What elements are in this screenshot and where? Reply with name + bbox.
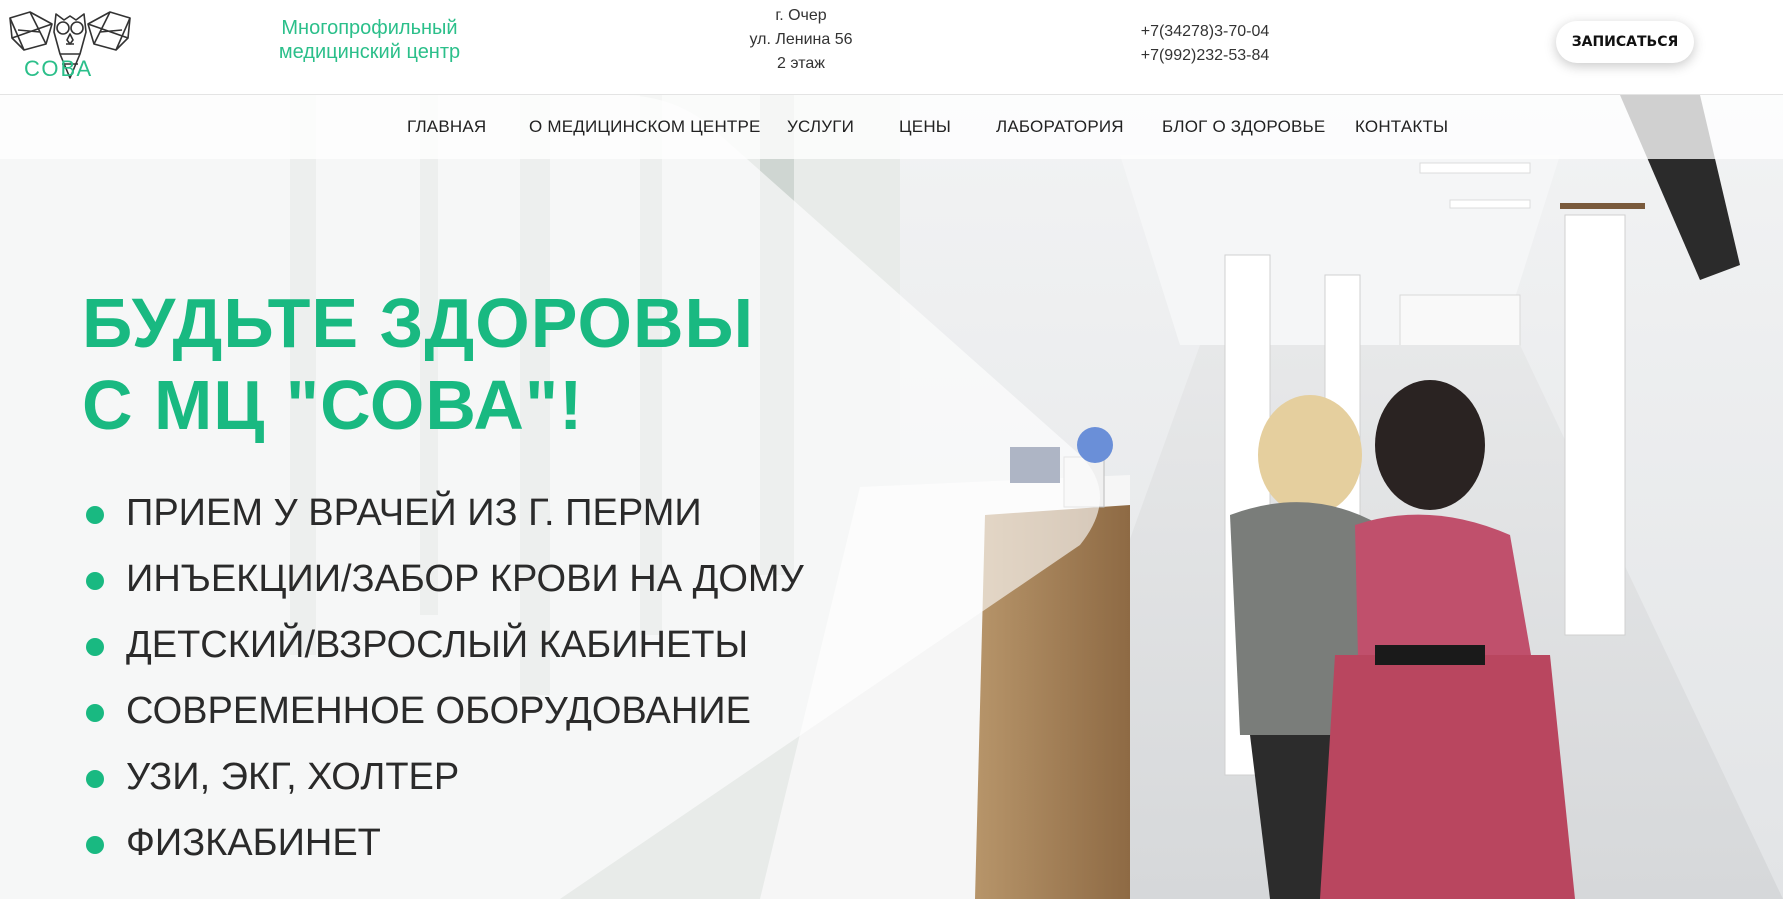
main-nav: ГЛАВНАЯ О МЕДИЦИНСКОМ ЦЕНТРЕ УСЛУГИ ЦЕНЫ… [0, 95, 1783, 159]
list-item-label: УЗИ, ЭКГ, ХОЛТЕР [126, 755, 460, 798]
hero-headline: БУДЬТЕ ЗДОРОВЫ С МЦ "СОВА"! [82, 282, 754, 446]
nav-item-blog[interactable]: БЛОГ О ЗДОРОВЬЕ [1162, 95, 1325, 159]
list-item-label: ДЕТСКИЙ/ВЗРОСЛЫЙ КАБИНЕТЫ [126, 623, 749, 666]
list-item: СОВРЕМЕННОЕ ОБОРУДОВАНИЕ [86, 678, 804, 744]
svg-text:СОВА: СОВА [24, 56, 93, 81]
hero-feature-list: ПРИЕМ У ВРАЧЕЙ ИЗ Г. ПЕРМИ ИНЪЕКЦИИ/ЗАБО… [86, 480, 804, 876]
list-item-label: ФИЗКАБИНЕТ [126, 821, 381, 864]
brand-tagline: Многопрофильный медицинский центр [278, 17, 461, 63]
bullet-dot-icon [86, 572, 104, 590]
list-item: УЗИ, ЭКГ, ХОЛТЕР [86, 744, 804, 810]
bullet-dot-icon [86, 704, 104, 722]
list-item: ПРИЕМ У ВРАЧЕЙ ИЗ Г. ПЕРМИ [86, 480, 804, 546]
owl-logo[interactable]: СОВА [6, 4, 134, 82]
address-floor: 2 этаж [777, 55, 825, 72]
phone-link-1[interactable]: +7(34278)3-70-04 [1130, 20, 1280, 44]
hero-headline-line-2: С МЦ "СОВА"! [82, 366, 584, 444]
hero-headline-line-1: БУДЬТЕ ЗДОРОВЫ [82, 284, 755, 362]
bullet-dot-icon [86, 836, 104, 854]
bullet-dot-icon [86, 770, 104, 788]
nav-item-laboratory[interactable]: ЛАБОРАТОРИЯ [996, 95, 1124, 159]
list-item: ФИЗКАБИНЕТ [86, 810, 804, 876]
list-item: ДЕТСКИЙ/ВЗРОСЛЫЙ КАБИНЕТЫ [86, 612, 804, 678]
nav-item-prices[interactable]: ЦЕНЫ [899, 95, 951, 159]
bullet-dot-icon [86, 638, 104, 656]
nav-item-contacts[interactable]: КОНТАКТЫ [1355, 95, 1448, 159]
address-street: ул. Ленина 56 [749, 31, 853, 48]
phone-link-2[interactable]: +7(992)232-53-84 [1130, 44, 1280, 68]
nav-item-home[interactable]: ГЛАВНАЯ [407, 95, 486, 159]
owl-logo-icon: СОВА [9, 11, 131, 81]
nav-item-services[interactable]: УСЛУГИ [787, 95, 854, 159]
signup-button[interactable]: ЗАПИСАТЬСЯ [1556, 21, 1694, 63]
nav-item-about[interactable]: О МЕДИЦИНСКОМ ЦЕНТРЕ [529, 95, 761, 159]
site-header: СОВА Многопрофильный медицинский центр г… [0, 0, 1783, 95]
list-item-label: ИНЪЕКЦИИ/ЗАБОР КРОВИ НА ДОМУ [126, 557, 804, 600]
phones-block: +7(34278)3-70-04 +7(992)232-53-84 [1130, 20, 1280, 68]
list-item-label: СОВРЕМЕННОЕ ОБОРУДОВАНИЕ [126, 689, 751, 732]
address-city: г. Очер [775, 7, 827, 24]
list-item-label: ПРИЕМ У ВРАЧЕЙ ИЗ Г. ПЕРМИ [126, 491, 702, 534]
bullet-dot-icon [86, 506, 104, 524]
list-item: ИНЪЕКЦИИ/ЗАБОР КРОВИ НА ДОМУ [86, 546, 804, 612]
address-block: г. Очер ул. Ленина 56 2 этаж [740, 4, 862, 76]
